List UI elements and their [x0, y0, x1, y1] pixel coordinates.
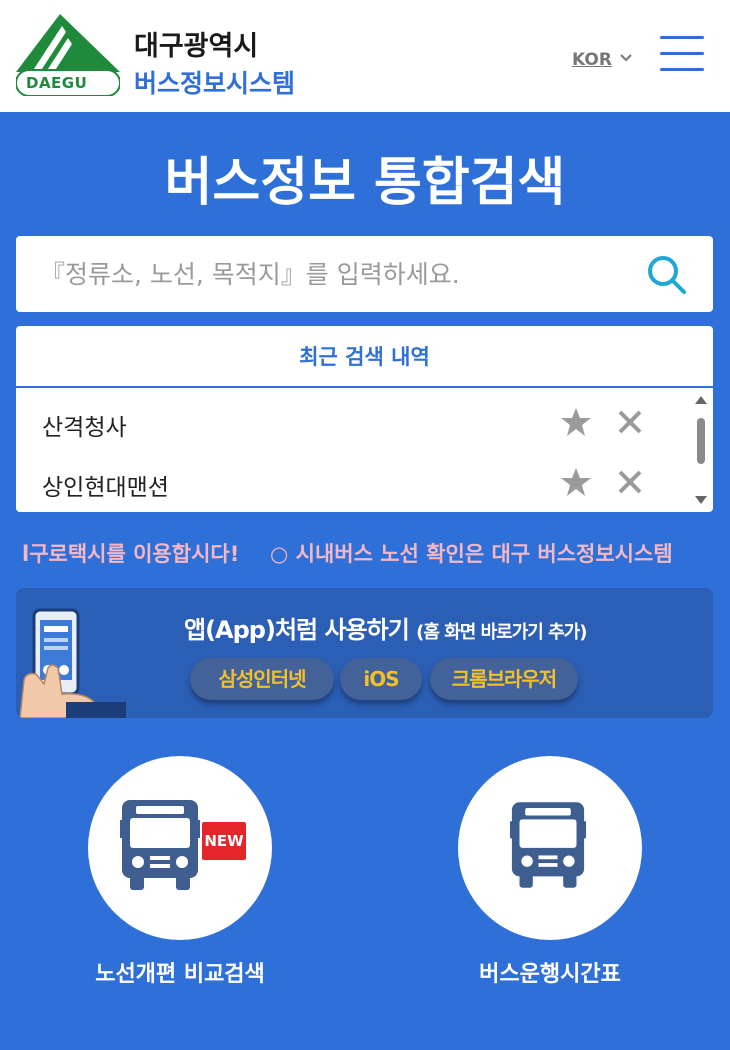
- search-input[interactable]: [16, 236, 636, 312]
- recent-item[interactable]: 상인현대맨션: [16, 454, 713, 512]
- bus-icon: [510, 802, 586, 888]
- brand-title: 대구광역시: [134, 31, 259, 62]
- samsung-internet-button[interactable]: 삼성인터넷: [190, 658, 334, 700]
- language-selector[interactable]: KOR: [572, 50, 612, 70]
- recent-searches-header: 최근 검색 내역: [16, 326, 713, 388]
- recent-item-label[interactable]: 산격청사: [42, 408, 127, 442]
- scrollbar[interactable]: [692, 394, 710, 508]
- notice-text[interactable]: l구로택시를 이용합시다!: [22, 538, 239, 568]
- chrome-browser-button[interactable]: 크롬브라우저: [430, 658, 578, 700]
- star-icon[interactable]: [560, 466, 592, 498]
- search-box: [16, 236, 713, 312]
- route-compare-shortcut[interactable]: NEW: [88, 756, 272, 940]
- recent-item-label[interactable]: 상인현대맨션: [42, 468, 169, 502]
- close-icon[interactable]: [616, 408, 644, 436]
- banner-title-text: 앱(App)처럼 사용하기: [184, 616, 410, 644]
- new-badge: NEW: [202, 822, 246, 860]
- notice-text[interactable]: ○ 시내버스 노선 확인은 대구 버스정보시스템: [270, 538, 673, 568]
- page-title: 버스정보 통합검색: [164, 153, 566, 213]
- hamburger-icon[interactable]: [658, 34, 706, 74]
- notice-marquee[interactable]: l구로택시를 이용합시다! ○ 시내버스 노선 확인은 대구 버스정보시스템: [0, 536, 730, 568]
- bus-timetable-shortcut[interactable]: [458, 756, 642, 940]
- recent-item[interactable]: 산격청사: [16, 394, 713, 452]
- bus-timetable-label[interactable]: 버스운행시간표: [420, 956, 680, 988]
- brand-subtitle: 버스정보시스템: [134, 69, 296, 98]
- app-shortcut-banner: 앱(App)처럼 사용하기 (홈 화면 바로가기 추가) 삼성인터넷 iOS 크…: [16, 588, 713, 718]
- star-icon[interactable]: [560, 406, 592, 438]
- ios-button[interactable]: iOS: [340, 658, 422, 700]
- menu-line: [660, 68, 704, 71]
- header-bar: DAEGU 대구광역시 버스정보시스템 KOR: [0, 0, 730, 112]
- phone-hand-icon: [19, 608, 126, 718]
- route-compare-label[interactable]: 노선개편 비교검색: [50, 956, 310, 988]
- banner-subtitle: (홈 화면 바로가기 추가): [416, 622, 587, 643]
- close-icon[interactable]: [616, 468, 644, 496]
- banner-title: 앱(App)처럼 사용하기 (홈 화면 바로가기 추가): [184, 610, 587, 645]
- bus-icon: [120, 800, 200, 890]
- chevron-down-icon[interactable]: [618, 50, 634, 66]
- menu-line: [660, 52, 704, 55]
- search-icon[interactable]: [644, 252, 690, 298]
- logo-text: DAEGU: [26, 74, 88, 92]
- recent-searches-panel: 최근 검색 내역 산격청사 상인현대맨션: [16, 326, 713, 512]
- menu-line: [660, 36, 704, 39]
